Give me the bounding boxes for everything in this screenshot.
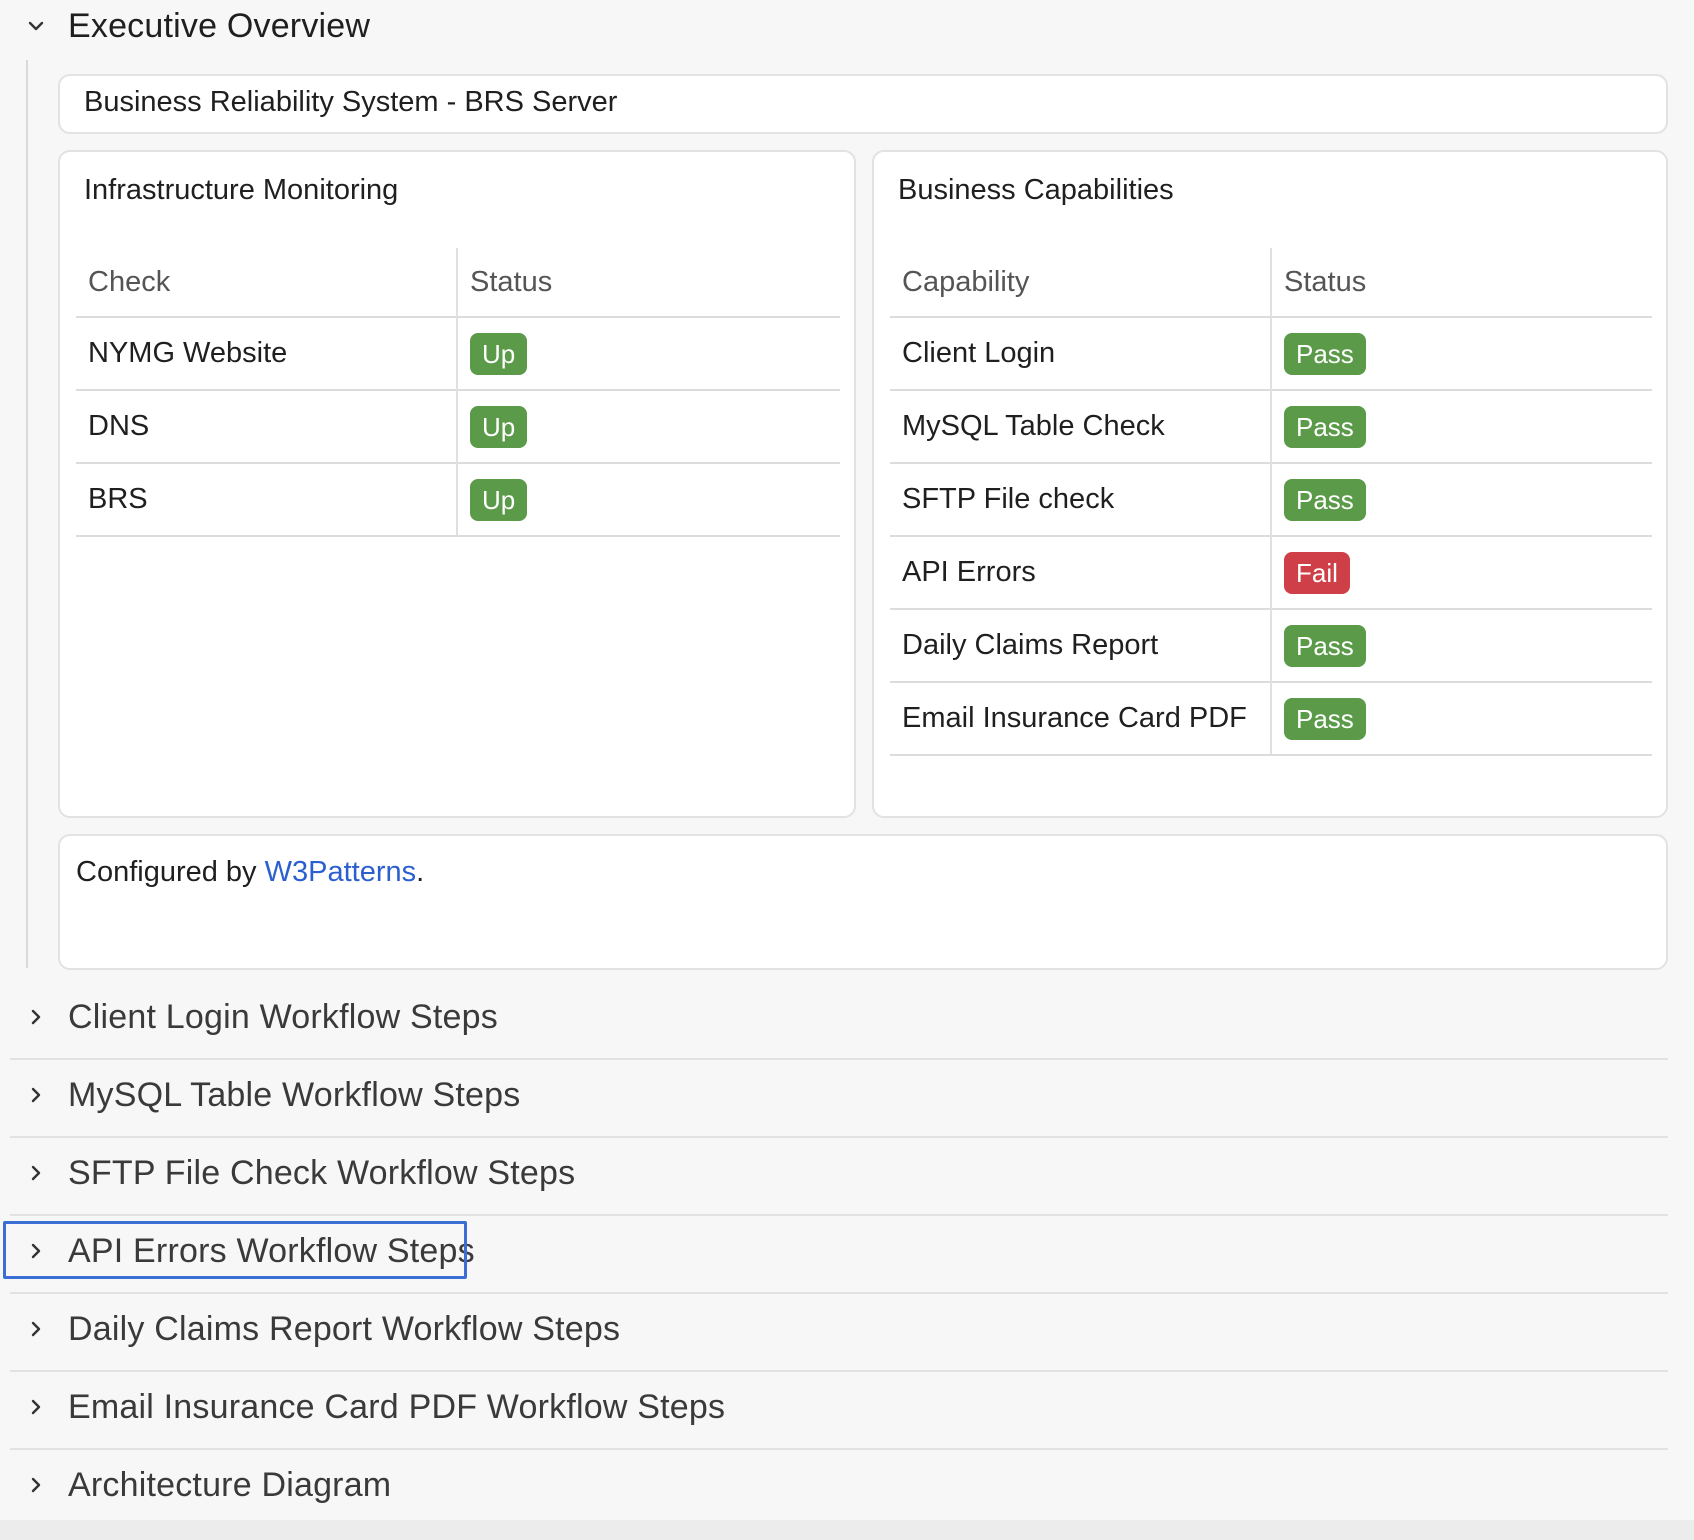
status-badge: Pass (1284, 697, 1366, 740)
status-badge: Pass (1284, 332, 1366, 375)
check-name: BRS (76, 462, 457, 537)
section-header: MySQL Table Workflow Steps (10, 1058, 520, 1132)
section-daily-claims-report-workflow[interactable]: Daily Claims Report Workflow Steps (10, 1292, 1668, 1372)
capabilities-title: Business Capabilities (898, 174, 1174, 206)
column-header: Capability (902, 265, 1030, 298)
section-title: SFTP File Check Workflow Steps (68, 1153, 576, 1192)
configured-by-card: Configured by W3Patterns. (58, 834, 1668, 970)
table-row: NYMG Website Up (76, 316, 840, 390)
section-mysql-table-workflow[interactable]: MySQL Table Workflow Steps (10, 1058, 1668, 1138)
column-header: Status (1270, 248, 1652, 317)
focus-outline (3, 1221, 467, 1279)
table-row: Daily Claims Report Pass (890, 608, 1652, 682)
table-row: SFTP File check Pass (890, 462, 1652, 536)
status-badge: Up (470, 405, 528, 448)
chevron-right-icon (16, 1465, 56, 1505)
section-title: Daily Claims Report Workflow Steps (68, 1309, 621, 1348)
section-guide-line (26, 60, 28, 968)
section-title: Executive Overview (68, 6, 371, 45)
infrastructure-title: Infrastructure Monitoring (84, 174, 399, 206)
table-row: BRS Up (76, 462, 840, 537)
capability-name: MySQL Table Check (890, 389, 1271, 463)
section-email-insurance-card-workflow[interactable]: Email Insurance Card PDF Workflow Steps (10, 1370, 1668, 1450)
table-row: Email Insurance Card PDF Pass (890, 681, 1652, 756)
w3patterns-link[interactable]: W3Patterns (265, 856, 417, 888)
configured-by-suffix: . (416, 856, 425, 888)
table-row: MySQL Table Check Pass (890, 389, 1652, 463)
section-client-login-workflow[interactable]: Client Login Workflow Steps (10, 980, 1668, 1060)
section-header: SFTP File Check Workflow Steps (10, 1136, 575, 1210)
configured-by-prefix: Configured by (76, 856, 265, 888)
chevron-right-icon (16, 1153, 56, 1193)
chevron-right-icon (16, 1387, 56, 1427)
section-header: Client Login Workflow Steps (10, 980, 498, 1054)
chevron-right-icon (16, 997, 56, 1037)
infrastructure-table: Check Status NYMG Website Up DNS Up BRS … (76, 248, 840, 537)
section-title: MySQL Table Workflow Steps (68, 1075, 521, 1114)
chevron-down-icon (16, 6, 56, 46)
section-title: Client Login Workflow Steps (68, 997, 498, 1036)
table-row: API Errors Fail (890, 535, 1652, 609)
section-title: Email Insurance Card PDF Workflow Steps (68, 1387, 726, 1426)
section-sftp-file-check-workflow[interactable]: SFTP File Check Workflow Steps (10, 1136, 1668, 1216)
status-badge: Up (470, 478, 528, 521)
chevron-right-icon (16, 1075, 56, 1115)
table-row: Client Login Pass (890, 316, 1652, 390)
capability-name: Daily Claims Report (890, 608, 1271, 682)
chevron-right-icon (16, 1309, 56, 1349)
section-header: Daily Claims Report Workflow Steps (10, 1292, 620, 1366)
capability-name: API Errors (890, 535, 1271, 609)
status-badge: Pass (1284, 478, 1366, 521)
check-name: NYMG Website (76, 316, 457, 390)
capability-name: SFTP File check (890, 462, 1271, 536)
section-architecture-diagram[interactable]: Architecture Diagram (10, 1448, 1668, 1528)
column-header: Status (456, 248, 840, 317)
section-header: Architecture Diagram (10, 1448, 391, 1522)
capabilities-card: Business Capabilities Capability Status … (872, 150, 1668, 818)
status-badge: Fail (1284, 551, 1350, 594)
infrastructure-card: Infrastructure Monitoring Check Status N… (58, 150, 856, 818)
status-badge: Pass (1284, 624, 1366, 667)
status-badge: Pass (1284, 405, 1366, 448)
configured-by-text: Configured by W3Patterns. (76, 856, 424, 889)
capability-name: Client Login (890, 316, 1271, 390)
bottom-edge (0, 1520, 1694, 1540)
status-badge: Up (470, 332, 528, 375)
executive-overview-header[interactable]: Executive Overview (10, 6, 370, 46)
capability-name: Email Insurance Card PDF (890, 681, 1271, 756)
check-name: DNS (76, 389, 457, 463)
capabilities-table: Capability Status Client Login Pass MySQ… (890, 248, 1652, 756)
section-title: Architecture Diagram (68, 1465, 392, 1504)
table-row: DNS Up (76, 389, 840, 463)
column-header: Check (88, 265, 171, 298)
section-header: Email Insurance Card PDF Workflow Steps (10, 1370, 725, 1444)
system-title-card: Business Reliability System - BRS Server (58, 74, 1668, 134)
system-title: Business Reliability System - BRS Server (84, 86, 618, 118)
